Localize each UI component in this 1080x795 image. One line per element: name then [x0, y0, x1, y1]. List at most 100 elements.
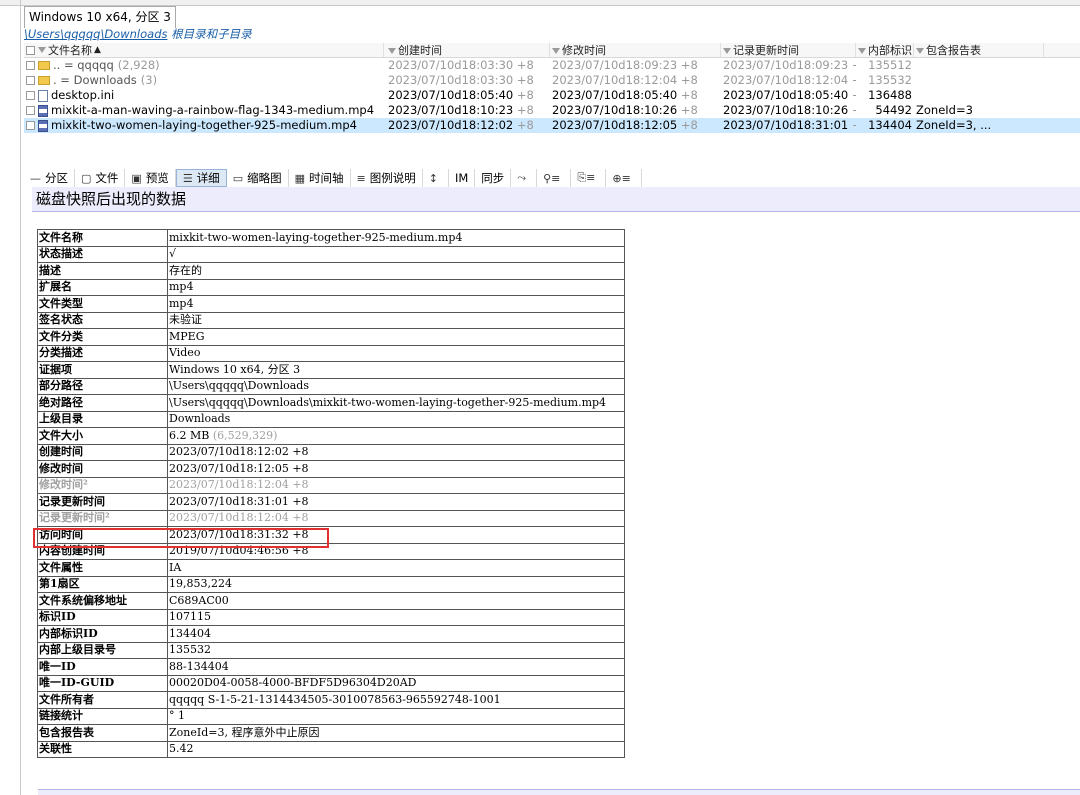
property-value: Windows 10 x64, 分区 3 — [167, 361, 625, 379]
folder-icon — [38, 76, 50, 85]
table-row[interactable]: mixkit-a-man-waving-a-rainbow-flag-1343-… — [24, 103, 1080, 118]
property-value: 2023/07/10d18:31:01 +8 — [167, 493, 625, 511]
table-row[interactable]: .. = qqqqq (2,928) 2023/07/10d18:03:30 +8… — [24, 58, 1080, 73]
file-name-cell[interactable]: . = Downloads (3) — [24, 73, 384, 88]
property-value-text: C689AC00 — [169, 593, 229, 607]
column-header-internal-id[interactable]: 内部标识 — [856, 43, 914, 57]
property-key: 绝对路径 — [37, 394, 168, 412]
file-name-cell[interactable]: mixkit-two-women-laying-together-925-med… — [24, 118, 384, 133]
sync-button[interactable]: 同步 — [475, 169, 512, 187]
property-row: 关联性 5.42 — [37, 740, 625, 758]
record-update-time-cell: 2023/07/10d18:31:01 +8 — [721, 118, 856, 133]
table-row[interactable]: mixkit-two-women-laying-together-925-med… — [24, 118, 1080, 133]
sort-button[interactable]: ↕ — [423, 169, 449, 187]
filter-icon[interactable] — [388, 48, 396, 54]
table-row[interactable]: . = Downloads (3) 2023/07/10d18:03:30 +8 2… — [24, 73, 1080, 88]
file-name-cell[interactable]: .. = qqqqq (2,928) — [24, 58, 384, 73]
filter-icon[interactable] — [552, 48, 560, 54]
property-value: 2023/07/10d18:12:02 +8 — [167, 443, 625, 461]
timestamp: 2023/07/10d18:03:30 — [388, 58, 514, 72]
property-key: 文件大小 — [37, 427, 168, 445]
property-row: 上级目录 Downloads — [37, 410, 625, 428]
timestamp: 2023/07/10d18:09:23 — [552, 58, 678, 72]
row-checkbox[interactable] — [26, 121, 35, 130]
details-button[interactable]: ☰ 详细 — [175, 169, 227, 187]
toolbar-label: 图例说明 — [369, 171, 416, 185]
property-row: 证据项 Windows 10 x64, 分区 3 — [37, 361, 625, 379]
properties-table: 文件名称 mixkit-two-women-laying-together-925… — [37, 229, 625, 758]
link-button[interactable]: ⤳ — [511, 169, 538, 187]
record-update-time-cell: 2023/07/10d18:05:40 +8 — [721, 88, 856, 103]
column-header-modified[interactable]: 修改时间 — [550, 43, 721, 57]
property-value-text: mixkit-two-women-laying-together-925-med… — [169, 230, 463, 244]
column-header-name[interactable]: 文件名称 ▲ — [24, 43, 384, 57]
column-header-record-update[interactable]: 记录更新时间 — [721, 43, 856, 57]
row-checkbox[interactable] — [26, 76, 35, 85]
property-key: 文件系统偏移地址 — [37, 592, 168, 610]
preview-button[interactable]: ▣ 预览 — [125, 169, 176, 187]
row-checkbox[interactable] — [26, 106, 35, 115]
legend-button[interactable]: ≡ 图例说明 — [351, 169, 423, 187]
record-update-time-cell: 2023/07/10d18:12:04 +8 — [721, 73, 856, 88]
table-row[interactable]: desktop.ini 2023/07/10d18:05:40 +8 2023/07… — [24, 88, 1080, 103]
filter-icon[interactable] — [38, 47, 46, 53]
tab-evidence[interactable]: Windows 10 x64, 分区 3 — [24, 6, 176, 28]
column-header-report[interactable]: 包含报告表 — [914, 43, 1044, 57]
report-cell — [914, 88, 1044, 103]
property-value: 存在的 — [167, 262, 625, 280]
filter-icon[interactable] — [858, 48, 866, 54]
property-value: Downloads — [167, 410, 625, 428]
property-key: 扩展名 — [37, 278, 168, 296]
timestamp: 2023/07/10d18:12:04 — [552, 73, 678, 87]
timestamp: 2023/07/10d18:10:23 — [388, 103, 514, 117]
file-icon — [38, 89, 48, 102]
thumbnail-button[interactable]: ▭ 缩略图 — [227, 169, 289, 187]
breadcrumb[interactable]: \Users\qqqqq\Downloads 根目录和子目录 — [24, 27, 252, 41]
property-row: 链接统计 ° 1 — [37, 707, 625, 725]
im-button[interactable]: IM — [449, 169, 476, 187]
report-cell: ZoneId=3 — [916, 103, 973, 117]
report-cell — [914, 58, 1044, 73]
property-key: 文件属性 — [37, 559, 168, 577]
property-value: mp4 — [167, 278, 625, 296]
property-value: 00020D04-0058-4000-BFDF5D96304D20AD — [167, 674, 625, 692]
legend-icon: ≡ — [356, 171, 366, 185]
property-value-text: 未验证 — [169, 313, 202, 327]
file-button[interactable]: ▢ 文件 — [75, 169, 126, 187]
item-count: (2,928) — [117, 58, 160, 72]
binoculars-button[interactable]: ⚲≡ — [537, 169, 572, 187]
breadcrumb-path[interactable]: \Users\qqqqq\Downloads — [24, 27, 167, 41]
select-all-checkbox[interactable] — [26, 45, 35, 55]
property-value-text: 19,853,224 — [169, 577, 232, 591]
property-row: 修改时间² 2023/07/10d18:12:04 +8 — [37, 476, 625, 494]
timestamp: 2023/07/10d18:03:30 — [388, 73, 514, 87]
filter-icon[interactable] — [916, 48, 924, 54]
property-value: mixkit-two-women-laying-together-925-med… — [167, 229, 625, 247]
properties-button[interactable]: ⎘≡ — [571, 169, 607, 187]
timestamp: 2023/07/10d18:09:23 — [723, 58, 849, 72]
property-key: 文件分类 — [37, 328, 168, 346]
property-row: 文件系统偏移地址 C689AC00 — [37, 592, 625, 610]
minus-button[interactable]: — 分区 — [24, 169, 75, 187]
timeline-button[interactable]: ▦ 时间轴 — [289, 169, 351, 187]
timezone-offset: +8 — [677, 73, 698, 87]
timezone-offset: +8 — [513, 118, 534, 132]
property-value-text: 88-134404 — [169, 659, 229, 673]
file-name-cell[interactable]: mixkit-a-man-waving-a-rainbow-flag-1343-… — [24, 103, 384, 118]
timestamp: 2023/07/10d18:05:40 — [552, 88, 678, 102]
row-checkbox[interactable] — [26, 61, 35, 70]
toolbar-label: 分区 — [45, 171, 68, 185]
file-name: . = Downloads — [53, 73, 137, 87]
created-time-cell: 2023/07/10d18:03:30 +8 — [384, 73, 550, 88]
property-row: 文件属性 IA — [37, 559, 625, 577]
file-name-cell[interactable]: desktop.ini — [24, 88, 384, 103]
timezone-offset: +8 — [513, 103, 534, 117]
target-button[interactable]: ⊕≡ — [606, 169, 642, 187]
property-value-text: ° 1 — [169, 709, 185, 723]
column-header-created[interactable]: 创建时间 — [384, 43, 550, 57]
thumbnail-icon: ▭ — [232, 171, 244, 185]
property-value: ° 1 — [167, 707, 625, 725]
row-checkbox[interactable] — [26, 91, 35, 100]
property-key: 文件所有者 — [37, 691, 168, 709]
filter-icon[interactable] — [723, 48, 731, 54]
